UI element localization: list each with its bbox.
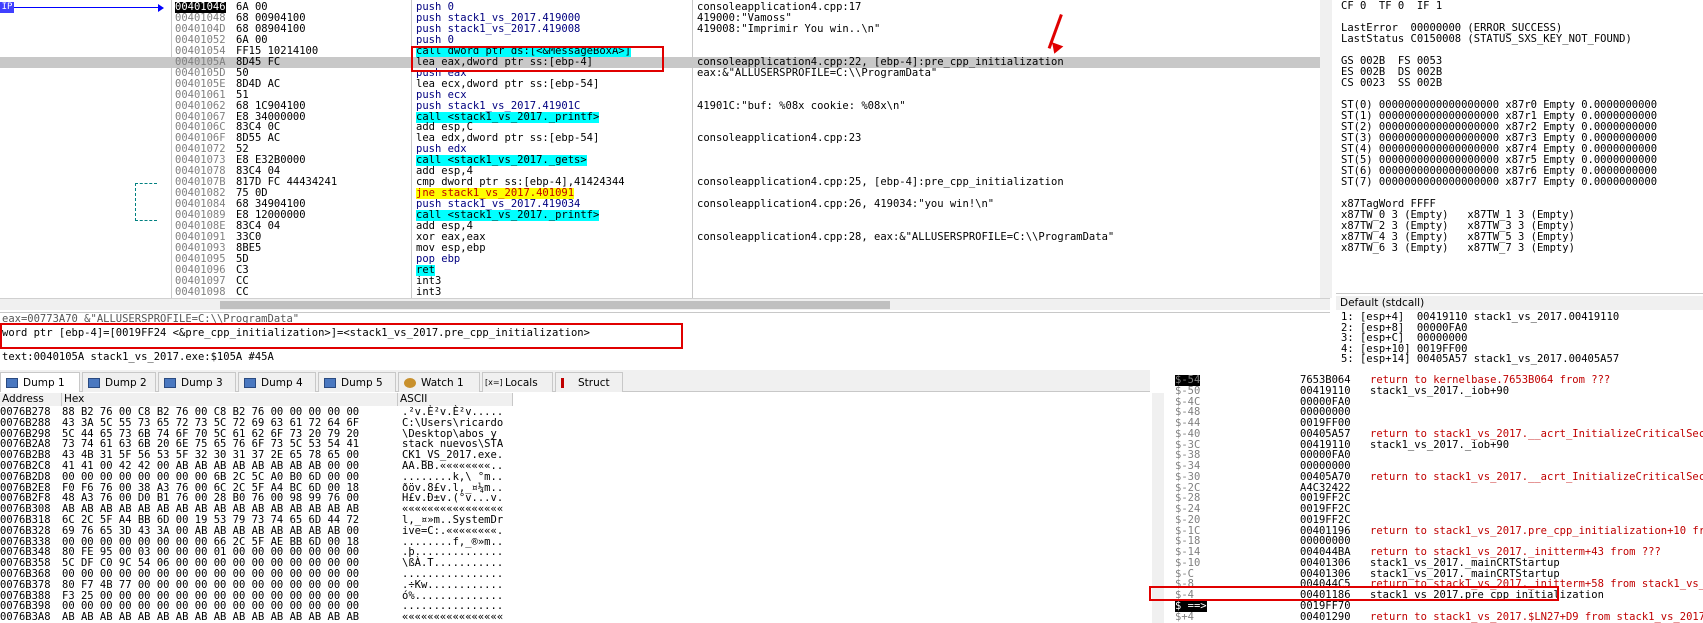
tab-dump-2[interactable]: Dump 2 xyxy=(82,372,156,392)
watch-icon xyxy=(404,378,416,388)
instruction-comment: 41901C:"buf: %08x cookie: %08x\n" xyxy=(697,99,906,112)
scroll-thumb[interactable] xyxy=(220,301,890,309)
stack-row[interactable]: $-50 00419110 stack1_vs_2017._iob+90 xyxy=(1170,384,1703,397)
instruction-text: lea ecx,dword ptr ss:[ebp-54] xyxy=(416,77,600,90)
stack-row[interactable]: $-28 0019FF2C xyxy=(1170,493,1703,504)
dump-icon xyxy=(88,378,100,388)
dump-icon xyxy=(324,378,336,388)
stack-row[interactable]: $-24 0019FF2C xyxy=(1170,504,1703,515)
tab-dump-4[interactable]: Dump 4 xyxy=(238,372,316,392)
stack-comment: return to stack1_vs_2017.__acrt_Initiali… xyxy=(1370,470,1703,483)
annotation-box-messagebox xyxy=(411,46,664,72)
instruction-comment: consoleapplication4.cpp:23 xyxy=(697,132,862,145)
tab-watch-1[interactable]: Watch 1 xyxy=(398,372,480,392)
register-line[interactable]: CF 0 TF 0 IF 1 xyxy=(1341,0,1442,12)
stack-comment: stack1_vs_2017._iob+90 xyxy=(1370,438,1510,451)
disasm-row[interactable]: 00401062 68 1C904100 push stack1_vs_2017.4… xyxy=(0,99,1320,112)
instruction-comment: consoleapplication4.cpp:25, [ebp-4]:pre_… xyxy=(697,176,1064,189)
calling-convention-label[interactable]: Default (stdcall) xyxy=(1336,296,1703,310)
tab-label: Locals xyxy=(505,377,538,389)
register-line[interactable]: x87TW_6 3 (Empty) x87TW_7 3 (Empty) xyxy=(1341,242,1575,254)
tab-dump-1[interactable]: Dump 1 xyxy=(0,372,80,392)
disasm-row[interactable]: 00401061 51 push ecx xyxy=(0,88,1320,101)
disasm-vertical-scrollbar[interactable] xyxy=(1320,0,1332,298)
instruction-address: 00401062 xyxy=(175,99,226,112)
dump-hex-header[interactable]: Hex xyxy=(62,393,398,406)
tab-locals[interactable]: [x=] Locals xyxy=(482,372,553,392)
instruction-comment: consoleapplication4.cpp:26, 419034:"you … xyxy=(697,198,995,211)
stack-row[interactable]: $-2C A4C32422 xyxy=(1170,482,1703,494)
tab-label: Dump 5 xyxy=(341,377,383,389)
instruction-comment: eax:&"ALLUSERSPROFILE=C:\\ProgramData" xyxy=(697,66,938,79)
dump-icon xyxy=(6,378,18,388)
instruction-bytes: 68 1C904100 xyxy=(236,99,306,112)
registers-panel[interactable]: CF 0 TF 0 IF 1 LastError 00000000 (ERROR_… xyxy=(1336,0,1703,290)
tab-dump-5[interactable]: Dump 5 xyxy=(318,372,396,392)
call-argument[interactable]: 5: [esp+14] 00405A57 stack1_vs_2017.0040… xyxy=(1341,354,1619,365)
stack-comment: return to stack1_vs_2017.pre_cpp_initial… xyxy=(1370,524,1703,537)
stack-row[interactable]: $-3C 00419110 stack1_vs_2017._iob+90 xyxy=(1170,438,1703,451)
instruction-bytes: 8D4D AC xyxy=(236,77,281,90)
instruction-bytes: CC xyxy=(236,285,249,298)
register-line[interactable]: LastStatus C0150008 (STATUS_SXS_KEY_NOT_… xyxy=(1341,33,1632,45)
disasm-row[interactable]: 00401098 CC int3 xyxy=(0,285,1320,298)
tab-label: Dump 3 xyxy=(181,377,223,389)
stack-row[interactable]: $+4 00401290 return to stack1_vs_2017.$LN2… xyxy=(1170,610,1703,623)
stack-row[interactable]: $-1C 00401196 return to stack1_vs_2017.pre… xyxy=(1170,524,1703,537)
tab-label: Dump 4 xyxy=(261,377,303,389)
tab-label: Dump 1 xyxy=(23,377,65,389)
dump-icon xyxy=(244,378,256,388)
stack-value: 00401290 xyxy=(1300,610,1351,623)
instruction-text: int3 xyxy=(416,285,442,298)
instruction-address: 00401061 xyxy=(175,88,226,101)
dump-address-header[interactable]: Address xyxy=(0,393,62,406)
dump-ascii: «««««««««««««««« xyxy=(402,611,504,623)
annotation-box-stack xyxy=(1149,586,1559,601)
instruction-comment: consoleapplication4.cpp:28, eax:&"ALLUSE… xyxy=(697,230,1115,243)
instruction-text: push ecx xyxy=(416,88,467,101)
info-line: text:0040105A stack1_vs_2017.exe:$105A #… xyxy=(2,351,274,363)
dump-tabs: Dump 1 Dump 2 Dump 3 Dump 4 Dump 5 Watch 1 [x=… xyxy=(0,370,1150,392)
locals-icon: [x=] xyxy=(485,378,503,387)
struct-icon xyxy=(561,378,569,388)
register-line[interactable]: CS 0023 SS 002B xyxy=(1341,77,1442,89)
stack-comment: return to stack1_vs_2017.$LN27+D9 from s… xyxy=(1370,610,1703,623)
tab-dump-3[interactable]: Dump 3 xyxy=(158,372,236,392)
call-arguments-panel[interactable]: Default (stdcall) 1: [esp+4] 00419110 st… xyxy=(1336,293,1703,365)
tab-label: Dump 2 xyxy=(105,377,147,389)
instruction-comment: 419008:"Imprimir You win..\n" xyxy=(697,22,881,35)
hex-dump-view[interactable]: Address Hex ASCII 0076B278 88 B2 76 00 C8… xyxy=(0,393,1150,623)
annotation-box-info xyxy=(0,323,683,349)
stack-offset: $+4 xyxy=(1175,610,1194,623)
stack-comment: stack1_vs_2017._iob+90 xyxy=(1370,384,1510,397)
instruction-address: 00401098 xyxy=(175,285,226,298)
instruction-address: 0040105E xyxy=(175,77,226,90)
tab-label: Watch 1 xyxy=(421,377,464,389)
disasm-row[interactable]: 0040105E 8D4D AC lea ecx,dword ptr ss:[ebp… xyxy=(0,77,1320,90)
dump-row[interactable]: 0076B3A8 AB AB AB AB AB AB AB AB AB AB AB… xyxy=(0,612,520,623)
instruction-text: push stack1_vs_2017.41901C xyxy=(416,99,581,112)
stack-row[interactable]: $-4C 00000FA0 xyxy=(1170,396,1703,408)
tab-label: Struct xyxy=(578,377,610,389)
stack-row[interactable]: $-30 00405A70 return to stack1_vs_2017.__a… xyxy=(1170,470,1703,483)
register-line[interactable]: ST(7) 0000000000000000000 x87r7 Empty 0.… xyxy=(1341,176,1657,188)
dump-hex: AB AB AB AB AB AB AB AB AB AB AB AB AB A… xyxy=(62,611,360,623)
dump-ascii-header[interactable]: ASCII xyxy=(398,393,513,406)
dump-icon xyxy=(164,378,176,388)
instruction-bytes: 51 xyxy=(236,88,249,101)
disassembly-view[interactable]: IP 00401046 6A 00 push 0 consoleapplication… xyxy=(0,0,1332,310)
stack-row[interactable]: $-38 00000FA0 xyxy=(1170,450,1703,461)
disasm-horizontal-scrollbar[interactable] xyxy=(0,298,1330,310)
stack-row[interactable]: $-48 00000000 xyxy=(1170,407,1703,418)
tab-struct[interactable]: Struct xyxy=(555,372,623,392)
dump-address: 0076B3A8 xyxy=(0,611,51,623)
